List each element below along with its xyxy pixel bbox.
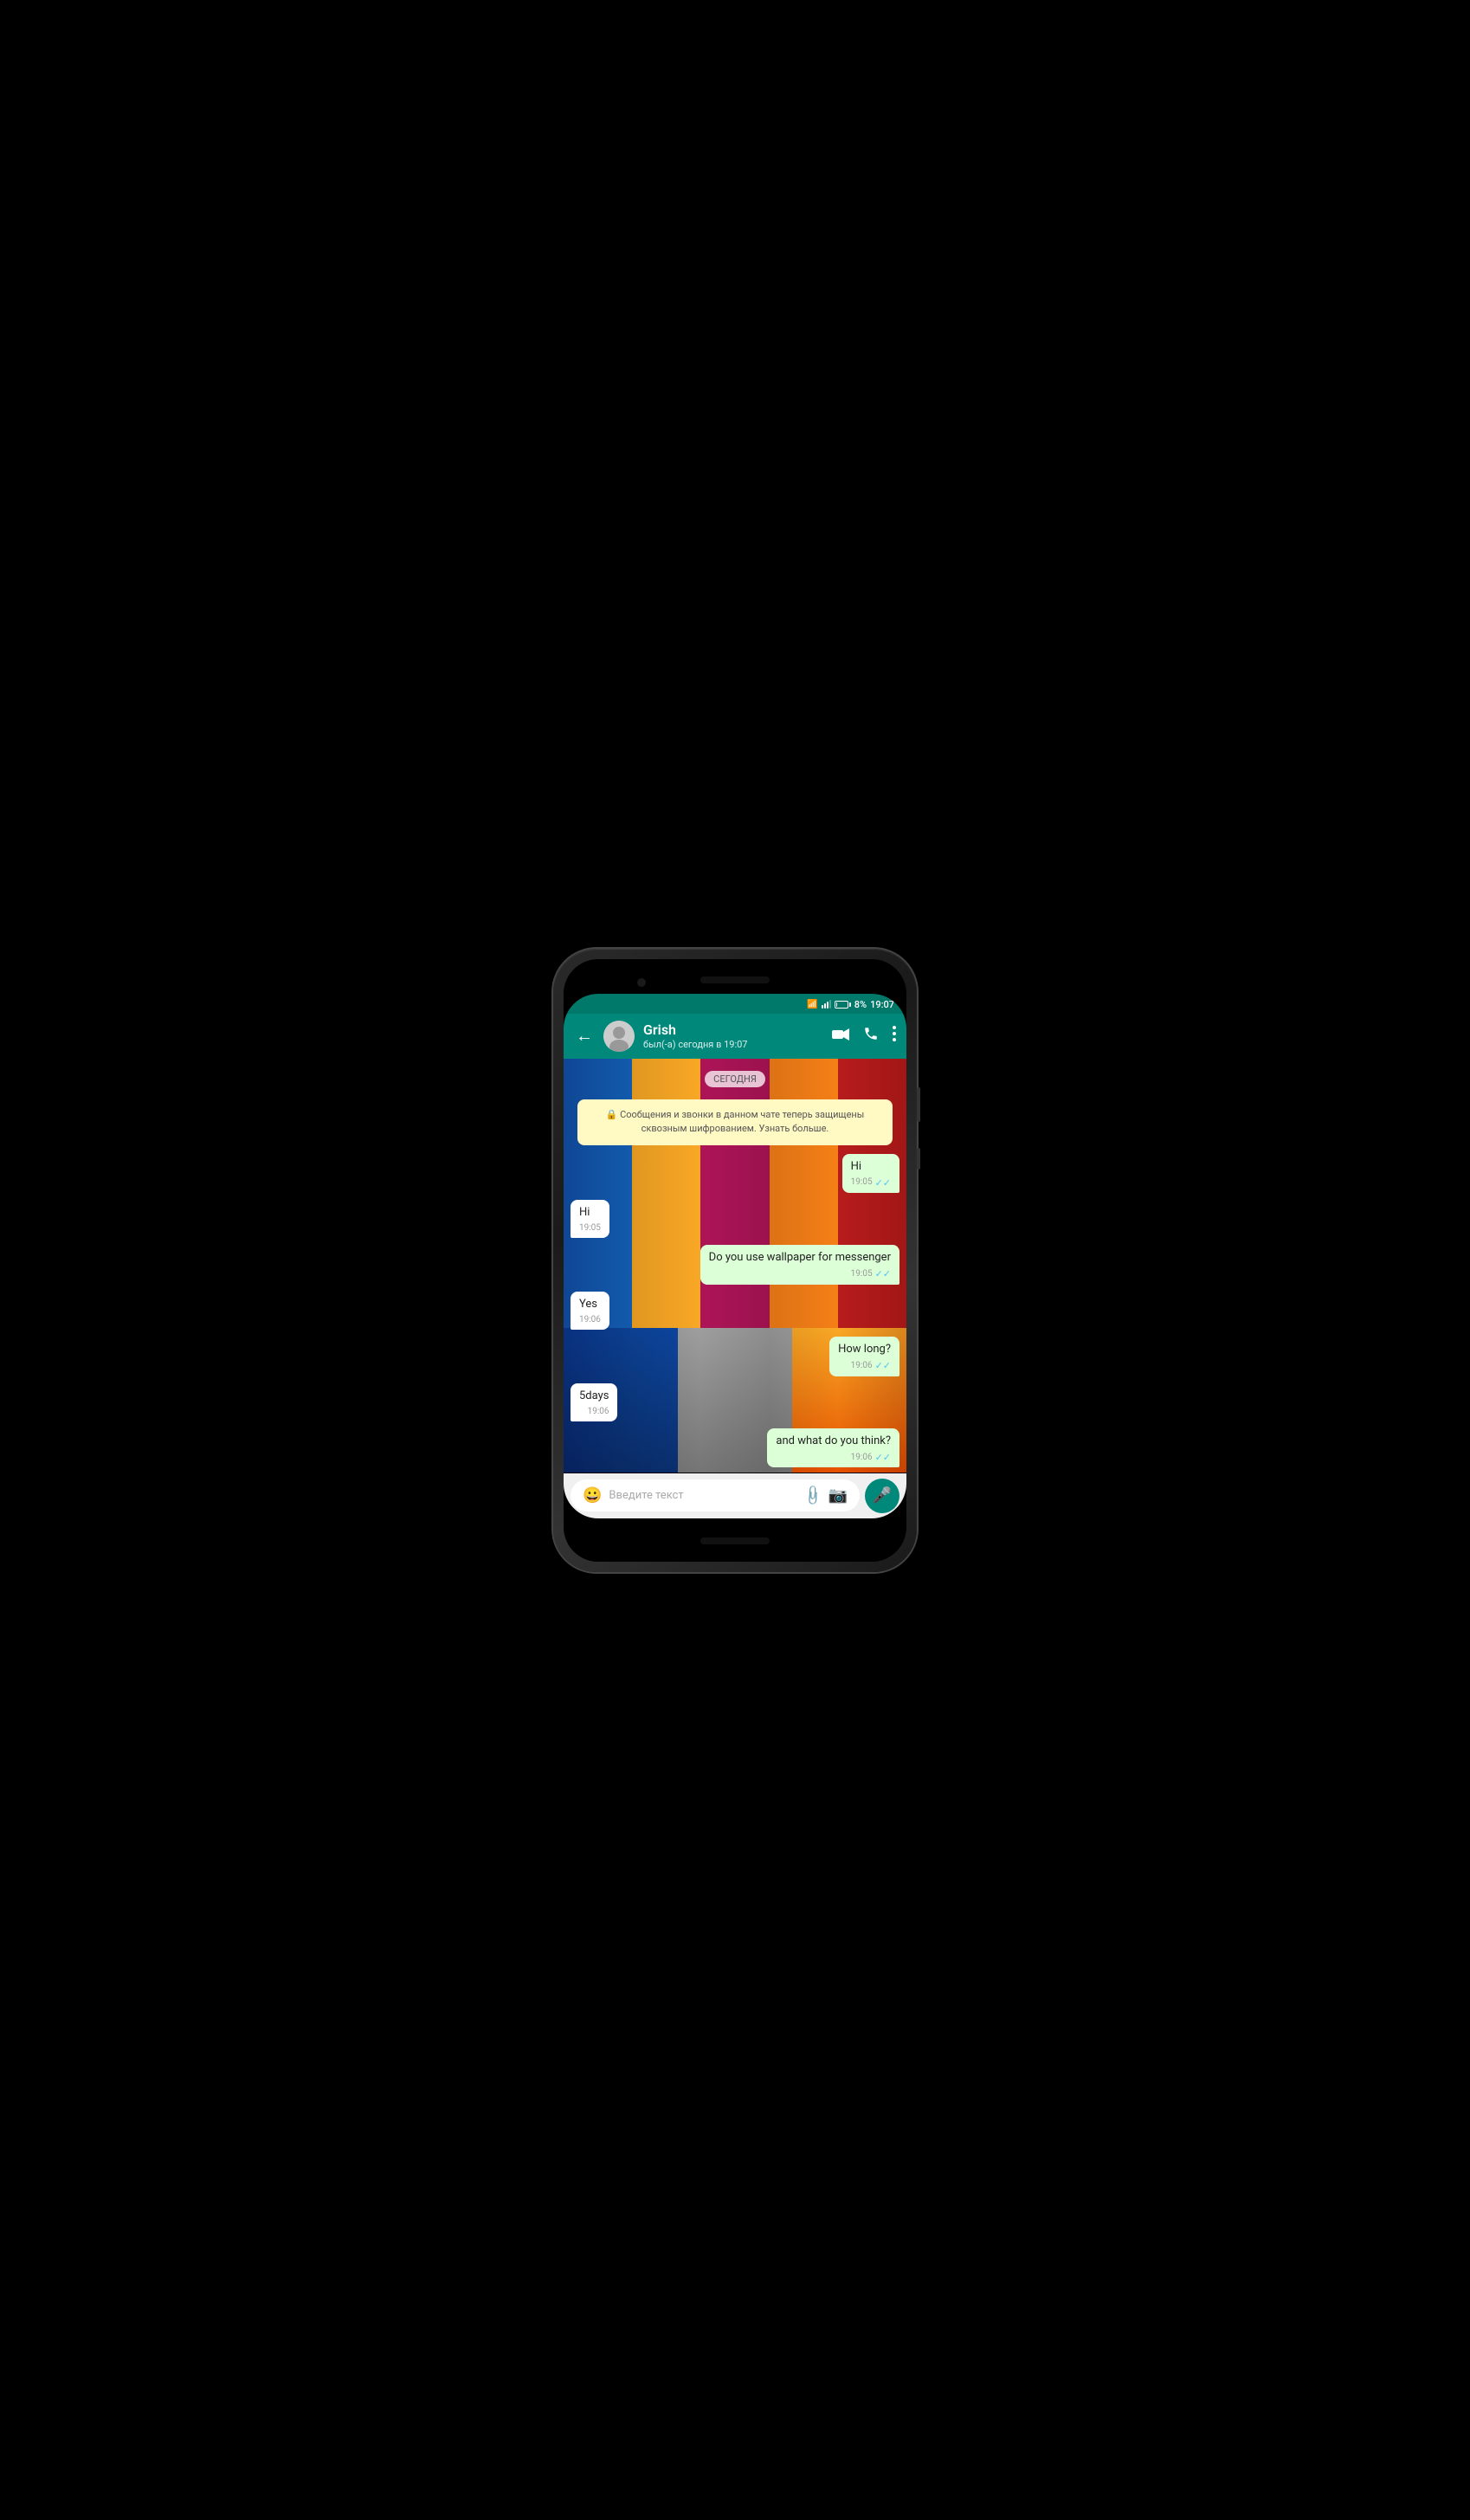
app-bar-actions	[832, 1026, 896, 1046]
app-bar: ← Grish был(-а) сегодня в 19:07	[564, 1014, 906, 1059]
battery-tip	[849, 1002, 851, 1007]
message-row: Yes 19:06	[571, 1292, 899, 1330]
contact-name: Grish	[643, 1022, 823, 1038]
message-text: How long?	[838, 1343, 891, 1356]
message-row: and what do you think? 19:06 ✓✓	[571, 1428, 899, 1468]
power-button	[917, 1148, 920, 1170]
chat-area: СЕГОДНЯ 🔒 Сообщения и звонки в данном ча…	[564, 1059, 906, 1473]
battery-icon	[835, 1001, 851, 1009]
bubble-footer: 19:06 ✓✓	[838, 1359, 891, 1372]
bubble-footer: 19:06 ✓✓	[776, 1451, 891, 1464]
read-checkmarks: ✓✓	[875, 1451, 891, 1464]
message-bubble: Do you use wallpaper for messenger 19:05…	[700, 1245, 899, 1285]
phone-device: 📶 8% 19	[553, 949, 917, 1572]
message-time: 19:06	[579, 1314, 601, 1326]
battery-body	[835, 1001, 848, 1009]
message-time: 19:06	[851, 1360, 873, 1372]
more-options-button[interactable]	[893, 1026, 896, 1046]
read-checkmarks: ✓✓	[875, 1359, 891, 1372]
bubble-footer: 19:06	[579, 1314, 601, 1326]
bubble-footer: 19:05 ✓✓	[851, 1176, 891, 1189]
signal-bar-3	[827, 1002, 828, 1009]
message-time: 19:06	[588, 1406, 609, 1418]
signal-bar-1	[822, 1005, 823, 1009]
video-call-button[interactable]	[832, 1027, 849, 1045]
message-bubble: How long? 19:06 ✓✓	[829, 1337, 899, 1376]
signal-bars	[822, 1000, 831, 1009]
input-placeholder: Введите текст	[609, 1489, 796, 1502]
front-camera	[637, 978, 646, 987]
phone-screen: 📶 8% 19	[564, 959, 906, 1562]
contact-status: был(-а) сегодня в 19:07	[643, 1039, 823, 1050]
speaker-top	[700, 976, 770, 983]
message-row: Hi 19:05	[571, 1200, 899, 1238]
bubble-footer: 19:05 ✓✓	[709, 1267, 891, 1280]
bubble-footer: 19:06	[579, 1406, 609, 1418]
message-bubble: Yes 19:06	[571, 1292, 609, 1330]
app-screen: 📶 8% 19	[564, 994, 906, 1518]
encryption-notice: 🔒 Сообщения и звонки в данном чате тепер…	[577, 1099, 893, 1145]
message-text: Hi	[851, 1160, 861, 1173]
read-checkmarks: ✓✓	[875, 1267, 891, 1280]
mic-button[interactable]: 🎤	[865, 1479, 899, 1513]
message-time: 19:05	[579, 1222, 601, 1234]
camera-button[interactable]: 📷	[828, 1486, 848, 1505]
signal-bar-2	[824, 1003, 826, 1009]
avatar	[603, 1021, 635, 1052]
message-time: 19:05	[851, 1268, 873, 1280]
message-time: 19:06	[851, 1452, 873, 1464]
message-time: 19:05	[851, 1176, 873, 1189]
message-bubble: 5days 19:06	[571, 1383, 617, 1421]
status-bar: 📶 8% 19	[564, 994, 906, 1014]
date-divider: СЕГОДНЯ	[571, 1071, 899, 1087]
message-text: Yes	[579, 1298, 597, 1311]
battery-fill	[836, 1002, 837, 1007]
message-row: Hi 19:05 ✓✓	[571, 1154, 899, 1194]
message-row: How long? 19:06 ✓✓	[571, 1337, 899, 1376]
wifi-icon: 📶	[807, 1000, 817, 1009]
message-row: 5days 19:06	[571, 1383, 899, 1421]
status-icons: 📶 8% 19	[807, 999, 894, 1010]
phone-bottom-area	[564, 1518, 906, 1562]
battery-percent: 8%	[854, 999, 867, 1010]
contact-info: Grish был(-а) сегодня в 19:07	[643, 1022, 823, 1049]
message-bubble: Hi 19:05	[571, 1200, 609, 1238]
message-text: 5days	[579, 1389, 609, 1402]
read-checkmarks: ✓✓	[875, 1176, 891, 1189]
back-button[interactable]: ←	[574, 1023, 595, 1048]
message-bubble: Hi 19:05 ✓✓	[842, 1154, 899, 1194]
speaker-bottom	[700, 1537, 770, 1544]
volume-button	[917, 1087, 920, 1122]
date-badge: СЕГОДНЯ	[705, 1071, 765, 1087]
message-text: and what do you think?	[776, 1434, 891, 1447]
chat-messages: СЕГОДНЯ 🔒 Сообщения и звонки в данном ча…	[564, 1059, 906, 1473]
message-text: Do you use wallpaper for messenger	[709, 1251, 891, 1264]
status-time: 19:07	[870, 999, 894, 1010]
mic-icon: 🎤	[873, 1486, 892, 1505]
bubble-footer: 19:05	[579, 1222, 601, 1234]
encryption-text: 🔒 Сообщения и звонки в данном чате тепер…	[606, 1109, 865, 1135]
emoji-button[interactable]: 😀	[583, 1486, 602, 1505]
signal-bar-4	[829, 1000, 831, 1009]
phone-call-button[interactable]	[863, 1026, 879, 1046]
message-text: Hi	[579, 1206, 590, 1219]
input-bar: 😀 Введите текст 📎 📷 🎤	[564, 1473, 906, 1518]
message-bubble: and what do you think? 19:06 ✓✓	[767, 1428, 899, 1468]
avatar-svg	[603, 1021, 635, 1052]
input-field[interactable]: 😀 Введите текст 📎 📷	[571, 1479, 860, 1511]
message-row: Do you use wallpaper for messenger 19:05…	[571, 1245, 899, 1285]
attach-button[interactable]: 📎	[801, 1484, 825, 1508]
